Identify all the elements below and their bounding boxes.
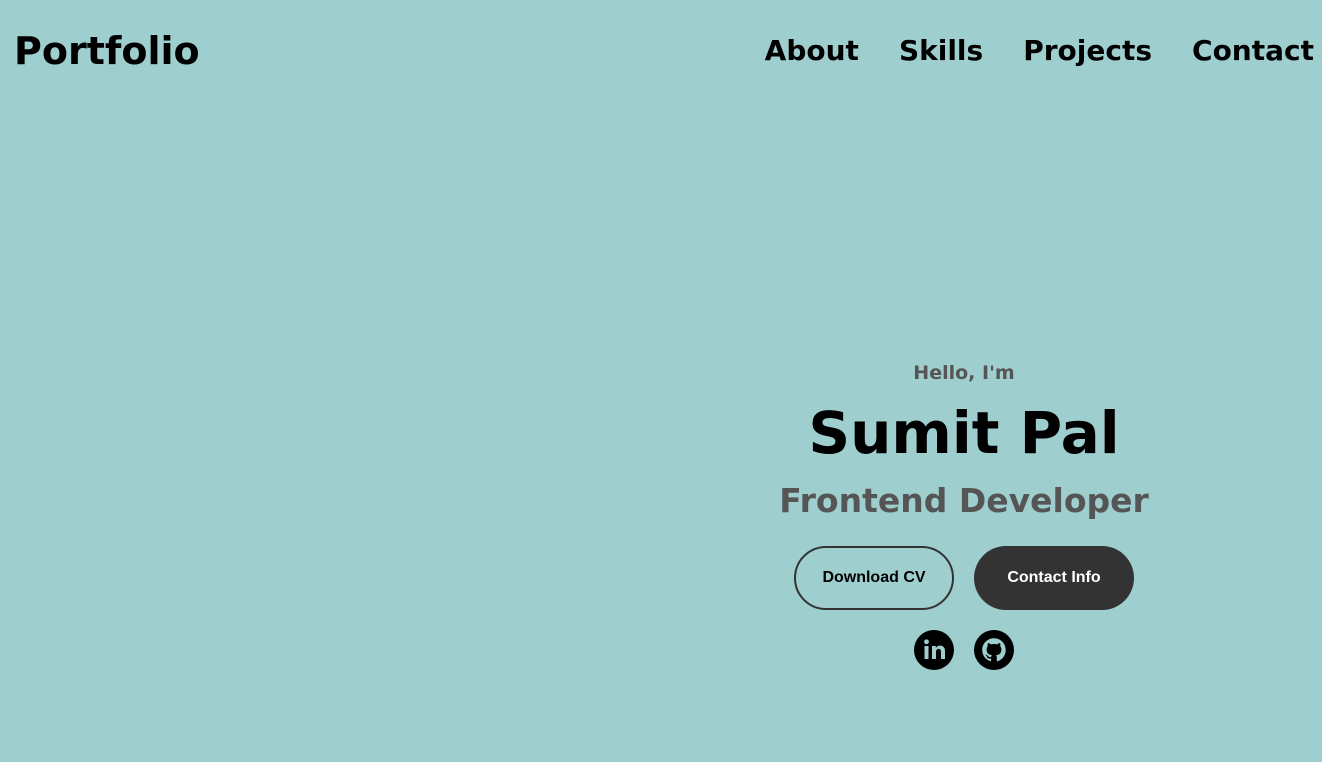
contact-info-button[interactable]: Contact Info [974,546,1134,610]
greeting-text: Hello, I'm [913,362,1015,384]
nav-item-projects: Projects [1023,30,1152,72]
nav-link-about[interactable]: About [765,34,859,67]
profile-role: Frontend Developer [779,481,1149,520]
download-cv-button[interactable]: Download CV [794,546,954,610]
site-logo[interactable]: Portfolio [14,26,200,76]
nav-item-about: About [765,30,859,72]
github-icon[interactable] [974,630,1014,670]
portfolio-page: Portfolio About Skills Projects Contact … [0,0,1322,762]
hero-buttons: Download CV Contact Info [714,546,1214,610]
profile-name: Sumit Pal [808,399,1120,467]
social-links [714,630,1214,670]
nav-link-projects[interactable]: Projects [1023,34,1152,67]
nav-item-contact: Contact [1192,30,1314,72]
hero-section: Hello, I'm Sumit Pal Frontend Developer … [714,358,1214,670]
linkedin-icon[interactable] [914,630,954,670]
main-nav: About Skills Projects Contact [765,30,1314,72]
nav-link-skills[interactable]: Skills [899,34,983,67]
nav-item-skills: Skills [899,30,983,72]
nav-link-contact[interactable]: Contact [1192,34,1314,67]
